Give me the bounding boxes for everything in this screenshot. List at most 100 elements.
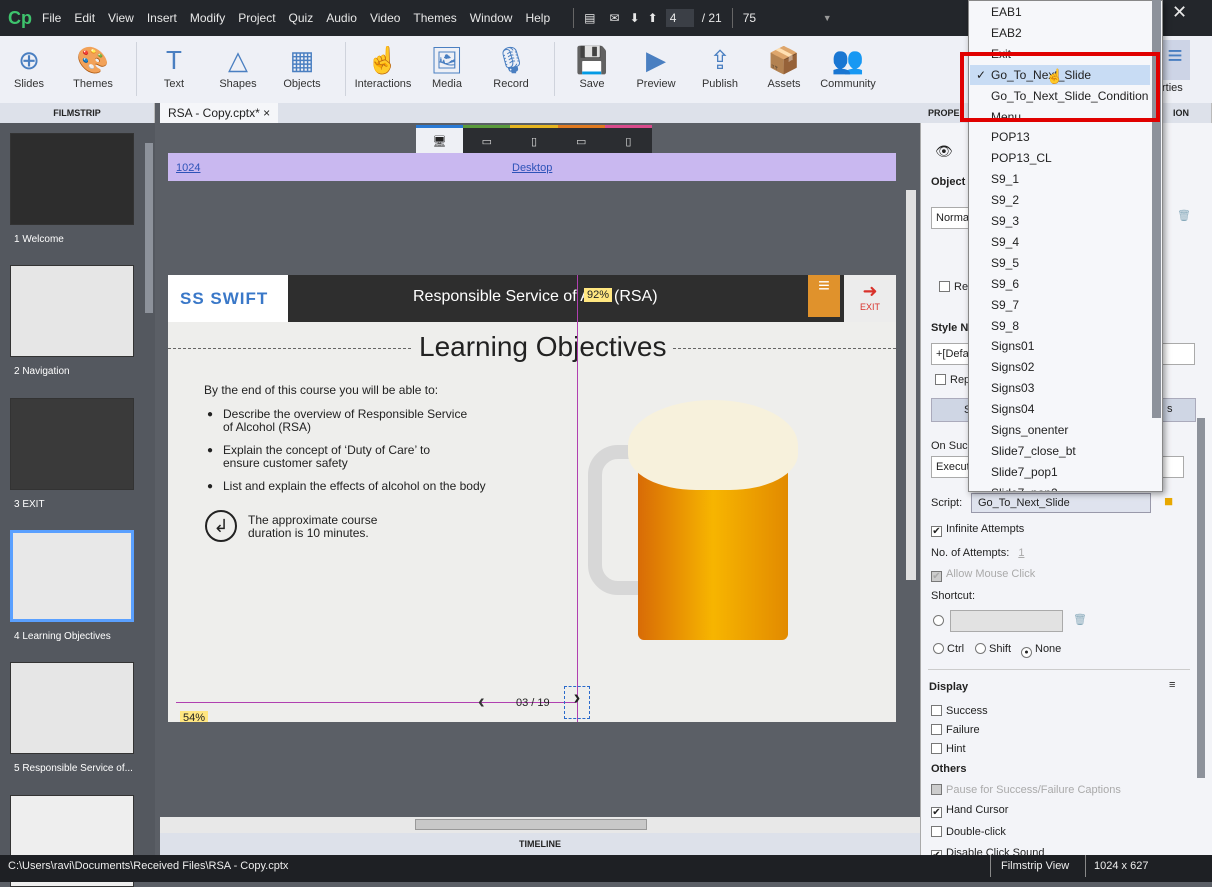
folder-icon[interactable]: ■	[1164, 493, 1173, 510]
dropdown-option[interactable]: POP13	[991, 127, 1030, 147]
breakpoint-ruler[interactable]: 1024 Desktop	[168, 153, 896, 181]
tablet-landscape-icon[interactable]: ▭	[463, 125, 511, 153]
double-click-checkbox[interactable]	[931, 826, 942, 837]
replace-checkbox[interactable]	[935, 374, 946, 385]
menu-themes[interactable]: Themes	[413, 11, 456, 25]
prev-arrow-icon[interactable]: ‹	[478, 691, 485, 714]
hint-checkbox[interactable]	[931, 743, 942, 754]
zoom-select[interactable]: 75	[743, 11, 823, 25]
tab-other[interactable]: ION	[1173, 103, 1189, 123]
menu-modify[interactable]: Modify	[190, 11, 225, 25]
caption-icon[interactable]: ▤	[584, 11, 595, 25]
menu-video[interactable]: Video	[370, 11, 400, 25]
menu-edit[interactable]: Edit	[74, 11, 95, 25]
trash-icon[interactable]: 🗑	[1177, 209, 1191, 222]
menu-icon[interactable]: ≡	[808, 275, 840, 317]
hand-cursor-checkbox[interactable]: ✔	[931, 807, 942, 818]
record-button[interactable]: 🎙 Record	[482, 42, 540, 90]
arrow-up-icon[interactable]: ⬆	[648, 11, 658, 25]
interactions-button[interactable]: ☝ Interactions	[354, 42, 412, 90]
filmstrip-scrollbar[interactable]	[145, 143, 153, 313]
dropdown-option[interactable]: S9_5	[991, 253, 1019, 273]
community-button[interactable]: 👥 Community	[819, 42, 877, 90]
dropdown-option[interactable]: Signs_onenter	[991, 420, 1068, 440]
breakpoint-mode[interactable]: Desktop	[512, 162, 552, 174]
arrow-down-icon[interactable]: ⬇	[630, 11, 640, 25]
phone-landscape-icon[interactable]: ▭	[557, 125, 605, 153]
properties-icon[interactable]: ≡	[1160, 40, 1190, 80]
slide-thumbnail[interactable]	[10, 398, 134, 490]
menu-view[interactable]: View	[108, 11, 134, 25]
slide-thumbnail[interactable]	[10, 662, 134, 754]
dropdown-option[interactable]: Signs02	[991, 357, 1034, 377]
horizontal-scrollbar[interactable]	[160, 817, 920, 833]
save-button[interactable]: 💾 Save	[563, 42, 621, 90]
panel-scrollbar[interactable]	[1197, 418, 1205, 778]
phone-icon[interactable]: ▯	[604, 125, 653, 153]
menu-window[interactable]: Window	[470, 11, 513, 25]
shift-radio[interactable]	[975, 643, 986, 654]
exit-button[interactable]: ➜ EXIT	[844, 275, 896, 322]
next-button-selected[interactable]: ›	[564, 686, 590, 719]
dropdown-option[interactable]: S9_2	[991, 190, 1019, 210]
text-button[interactable]: T Text	[145, 42, 203, 90]
failure-checkbox[interactable]	[931, 724, 942, 735]
preview-button[interactable]: ▶ Preview	[627, 42, 685, 90]
dropdown-option[interactable]: Signs04	[991, 399, 1034, 419]
menu-help[interactable]: Help	[525, 11, 550, 25]
none-radio[interactable]: ●	[1021, 647, 1032, 658]
slide-thumbnail[interactable]	[10, 133, 134, 225]
dropdown-option[interactable]: Signs03	[991, 378, 1034, 398]
menu-audio[interactable]: Audio	[326, 11, 357, 25]
dropdown-option[interactable]: Slide7_pop2	[991, 483, 1058, 491]
publish-button[interactable]: ⇪ Publish	[691, 42, 749, 90]
vertical-scrollbar[interactable]	[906, 190, 916, 580]
script-select[interactable]: Go_To_Next_Slide	[971, 493, 1151, 513]
dropdown-option[interactable]: Slide7_pop1	[991, 462, 1058, 482]
dropdown-option[interactable]: POP13_CL	[991, 148, 1052, 168]
slide-number-input[interactable]: 4	[665, 9, 694, 27]
tab-properties[interactable]: PROPE	[928, 108, 960, 118]
retain-checkbox[interactable]	[939, 281, 950, 292]
mail-icon[interactable]: ✉	[610, 11, 620, 25]
assets-button[interactable]: 📦 Assets	[755, 42, 813, 90]
ctrl-radio[interactable]	[933, 643, 944, 654]
dropdown-option[interactable]: EAB2	[991, 23, 1022, 43]
dropdown-option[interactable]: S9_4	[991, 232, 1019, 252]
themes-button[interactable]: 🎨 Themes	[64, 42, 122, 90]
eye-icon[interactable]: 👁	[935, 143, 953, 160]
menu-quiz[interactable]: Quiz	[289, 11, 314, 25]
slide-thumbnail[interactable]	[10, 265, 134, 357]
success-checkbox[interactable]	[931, 705, 942, 716]
desktop-icon[interactable]: 🖥	[416, 125, 464, 153]
options-menu-icon[interactable]: ≡	[1169, 679, 1175, 691]
dropdown-option[interactable]: S9_6	[991, 274, 1019, 294]
objects-button[interactable]: ▦ Objects	[273, 42, 331, 90]
trash-icon[interactable]: 🗑	[1073, 613, 1087, 626]
dropdown-option[interactable]: Signs01	[991, 336, 1034, 356]
tablet-icon[interactable]: ▯	[510, 125, 558, 153]
dropdown-option[interactable]: S9_8	[991, 316, 1019, 336]
shortcut-radio[interactable]	[933, 615, 944, 626]
dropdown-option[interactable]: S9_3	[991, 211, 1019, 231]
chevron-down-icon[interactable]: ▼	[823, 13, 832, 23]
dropdown-option[interactable]: S9_1	[991, 169, 1019, 189]
properties-button-label[interactable]: rties	[1162, 82, 1183, 94]
dropdown-option[interactable]: S9_7	[991, 295, 1019, 315]
timeline-header[interactable]: TIMELINE	[160, 833, 920, 855]
menu-project[interactable]: Project	[238, 11, 275, 25]
shapes-button[interactable]: △ Shapes	[209, 42, 267, 90]
slide-thumbnail[interactable]	[10, 530, 134, 622]
actions-tab[interactable]: s	[1167, 403, 1173, 415]
dropdown-option[interactable]: Slide7_close_bt	[991, 441, 1076, 461]
tab-document[interactable]: RSA - Copy.cptx* ×	[160, 103, 279, 123]
menu-insert[interactable]: Insert	[147, 11, 177, 25]
infinite-attempts-checkbox[interactable]: ✔	[931, 526, 942, 537]
close-icon[interactable]: ×	[263, 106, 270, 120]
menu-file[interactable]: File	[42, 11, 61, 25]
close-icon[interactable]: ✕	[1172, 2, 1187, 23]
attempts-input[interactable]: 1	[1018, 547, 1024, 559]
breakpoint-width[interactable]: 1024	[176, 162, 200, 174]
shortcut-input[interactable]	[950, 610, 1063, 632]
dropdown-option[interactable]: EAB1	[991, 2, 1022, 22]
